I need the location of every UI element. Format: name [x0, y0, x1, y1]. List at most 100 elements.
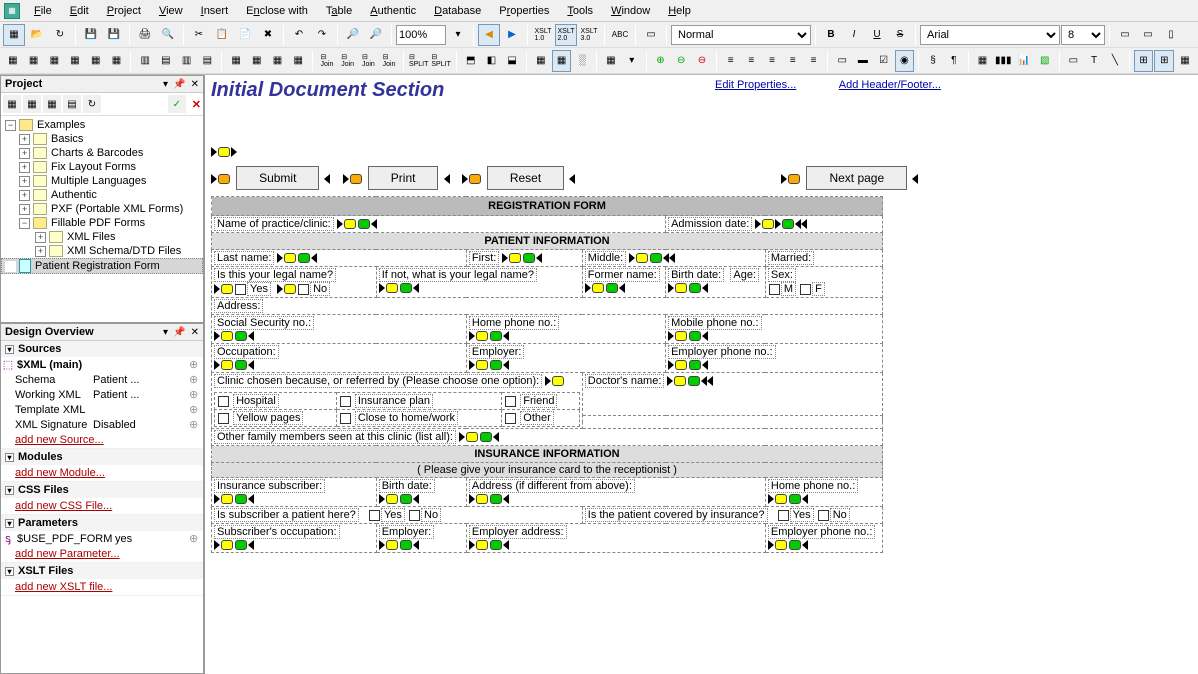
proj-add-icon[interactable]: ▦	[43, 95, 61, 113]
t5-icon[interactable]: ▦	[86, 50, 106, 72]
obj-text-icon[interactable]: T	[1084, 50, 1104, 72]
occupation-cell[interactable]: Occupation:	[212, 344, 467, 373]
covered-yes-checkbox[interactable]	[778, 510, 789, 521]
font-combo[interactable]: Arial	[920, 25, 1060, 45]
proj-sync-icon[interactable]: ↻	[83, 95, 101, 113]
family-members-cell[interactable]: Other family members seen at this clinic…	[212, 429, 883, 446]
al5-icon[interactable]: ≡	[804, 50, 824, 72]
ctrl-radio-icon[interactable]: ◉	[895, 50, 915, 72]
practice-cell[interactable]: Name of practice/clinic:	[212, 216, 666, 233]
print-button[interactable]: Print	[368, 166, 439, 190]
split2-icon[interactable]: ⊟SPLIT	[430, 50, 451, 72]
split-icon[interactable]: ⊟SPLIT	[408, 50, 429, 72]
find-next-icon[interactable]: 🔎	[365, 24, 387, 46]
obj-img-icon[interactable]: ▧	[1035, 50, 1055, 72]
tree-authentic[interactable]: +Authentic	[1, 188, 203, 202]
t14-icon[interactable]: ▦	[288, 50, 308, 72]
tree-root[interactable]: −Examples	[1, 118, 203, 132]
no-checkbox[interactable]	[298, 284, 309, 295]
t3-icon[interactable]: ▦	[44, 50, 64, 72]
married-cell[interactable]: Married:	[765, 250, 882, 267]
schema-row[interactable]: SchemaPatient ...⊕	[1, 372, 203, 387]
param-row[interactable]: ᶊ$USE_PDF_FORMyes⊕	[1, 531, 203, 546]
legalname-q-cell[interactable]: Is this your legal name? Yes No	[212, 267, 377, 298]
table-icon[interactable]: ▦	[3, 50, 23, 72]
canvas[interactable]: Initial Document Section Edit Properties…	[205, 75, 1198, 674]
underline-icon[interactable]: U	[866, 24, 888, 46]
xslt10-icon[interactable]: XSLT1.0	[532, 24, 554, 46]
al4-icon[interactable]: ≡	[783, 50, 803, 72]
grid1-icon[interactable]: ⊞	[1134, 50, 1154, 72]
add-css-link[interactable]: add new CSS File...	[1, 498, 203, 514]
mobilephone-cell[interactable]: Mobile phone no.:	[666, 315, 883, 344]
highlight-icon[interactable]: ▭	[640, 24, 662, 46]
ins-birthdate-cell[interactable]: Birth date:	[376, 478, 466, 507]
save-all-icon[interactable]: 💾	[103, 24, 125, 46]
layout-both-icon[interactable]: ▯	[1160, 24, 1182, 46]
valign1-icon[interactable]: ⬒	[461, 50, 481, 72]
join3-icon[interactable]: ⊟Join	[359, 50, 379, 72]
ifnot-cell[interactable]: If not, what is your legal name?	[376, 267, 582, 298]
find-icon[interactable]: 🔎	[342, 24, 364, 46]
db2-icon[interactable]: ⊖	[671, 50, 691, 72]
strike-icon[interactable]: S	[889, 24, 911, 46]
zoom-input[interactable]	[396, 25, 446, 45]
sec-icon[interactable]: §	[923, 50, 943, 72]
g3-icon[interactable]: ░	[572, 50, 592, 72]
ins-subpatient-cell[interactable]: Is subscriber a patient here? Yes No	[212, 507, 583, 524]
panel-pin-icon[interactable]: 📌	[173, 79, 185, 90]
proj-open-icon[interactable]: ▦	[23, 95, 41, 113]
spellcheck-icon[interactable]: ABC	[609, 24, 631, 46]
layout-left-icon[interactable]: ▭	[1114, 24, 1136, 46]
t2-icon[interactable]: ▦	[24, 50, 44, 72]
edit-properties-link[interactable]: Edit Properties...	[715, 79, 796, 91]
xslt20-icon[interactable]: XSLT2.0	[555, 24, 577, 46]
ins-subscriber-cell[interactable]: Insurance subscriber:	[212, 478, 377, 507]
address-cell[interactable]: Address:	[212, 298, 883, 315]
menu-edit[interactable]: Edit	[62, 3, 97, 19]
tree-fixlayout[interactable]: +Fix Layout Forms	[1, 160, 203, 174]
add-headerfooter-link[interactable]: Add Header/Footer...	[839, 79, 941, 91]
tree-fillable[interactable]: −Fillable PDF Forms	[1, 216, 203, 230]
admission-cell[interactable]: Admission date:	[666, 216, 883, 233]
t6-icon[interactable]: ▦	[107, 50, 127, 72]
menu-properties[interactable]: Properties	[491, 3, 557, 19]
tree-patient-reg[interactable]: Patient Registration Form	[1, 258, 203, 274]
subpat-no-checkbox[interactable]	[409, 510, 420, 521]
join-icon[interactable]: ⊟Join	[317, 50, 337, 72]
bold-icon[interactable]: B	[820, 24, 842, 46]
xmlsig-row[interactable]: XML SignatureDisabled⊕	[1, 417, 203, 432]
al3-icon[interactable]: ≡	[762, 50, 782, 72]
ins-homephone-cell[interactable]: Home phone no.:	[765, 478, 882, 507]
sub-empaddr-cell[interactable]: Employer address:	[466, 524, 765, 553]
proj-props-icon[interactable]: ▤	[63, 95, 81, 113]
tree-schemafiles[interactable]: +XMl Schema/DTD Files	[1, 244, 203, 258]
tree-basics[interactable]: +Basics	[1, 132, 203, 146]
parameters-head[interactable]: ▾Parameters	[1, 515, 203, 531]
menu-insert[interactable]: Insert	[193, 3, 237, 19]
t4-icon[interactable]: ▦	[65, 50, 85, 72]
nextpage-button[interactable]: Next page	[806, 166, 907, 190]
panel-close-icon[interactable]: ✕	[191, 327, 199, 338]
italic-icon[interactable]: I	[843, 24, 865, 46]
panel-pin-icon[interactable]: 📌	[173, 327, 185, 338]
obj-chart-icon[interactable]: 📊	[1014, 50, 1034, 72]
xml-main-row[interactable]: ⬚$XML (main)⊕	[1, 357, 203, 372]
t8-icon[interactable]: ▤	[156, 50, 176, 72]
submit-button[interactable]: Submit	[236, 166, 319, 190]
t10-icon[interactable]: ▤	[197, 50, 217, 72]
menu-window[interactable]: Window	[603, 3, 658, 19]
t9-icon[interactable]: ▥	[177, 50, 197, 72]
delete-icon[interactable]: ✖	[257, 24, 279, 46]
open-icon[interactable]: 📂	[26, 24, 48, 46]
templatexml-row[interactable]: Template XML⊕	[1, 402, 203, 417]
yes-checkbox[interactable]	[235, 284, 246, 295]
g5-icon[interactable]: ▾	[622, 50, 642, 72]
covered-no-checkbox[interactable]	[818, 510, 829, 521]
workingxml-row[interactable]: Working XMLPatient ...⊕	[1, 387, 203, 402]
obj-line-icon[interactable]: ╲	[1105, 50, 1125, 72]
ctrl-input-icon[interactable]: ▭	[832, 50, 852, 72]
yellowpages-checkbox[interactable]	[218, 413, 229, 424]
g1-icon[interactable]: ▦	[531, 50, 551, 72]
cssfiles-head[interactable]: ▾CSS Files	[1, 482, 203, 498]
